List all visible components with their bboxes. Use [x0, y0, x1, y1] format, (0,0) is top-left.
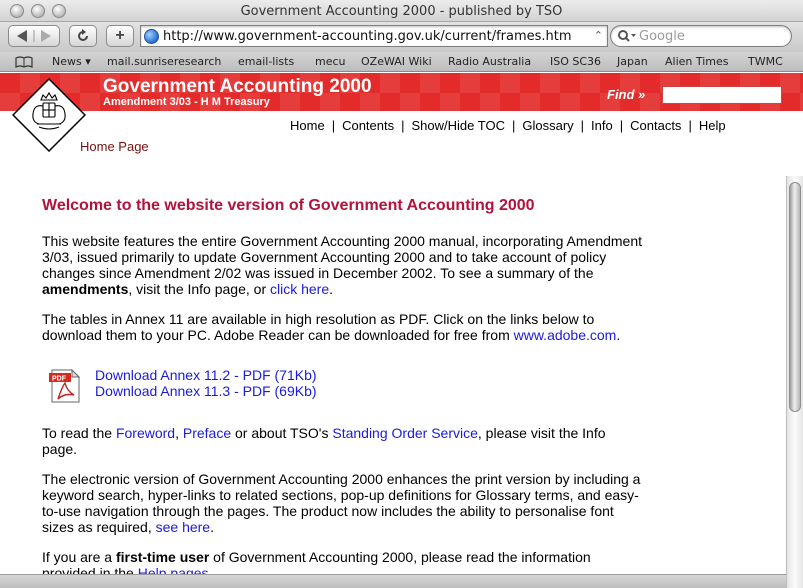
help-pages-link[interactable]: Help pages	[138, 565, 209, 574]
click-here-link[interactable]: click here	[270, 281, 329, 297]
globe-icon	[144, 29, 159, 44]
bookmark-japan[interactable]: Japan	[617, 55, 648, 68]
window-bottom-bar	[0, 574, 786, 588]
add-bookmark-button[interactable]: +	[106, 25, 134, 47]
nav-info[interactable]: Info	[591, 118, 613, 133]
scrollbar-thumb[interactable]	[789, 182, 801, 412]
electronic-version-paragraph: The electronic version of Government Acc…	[42, 471, 641, 535]
browser-toolbar: + http://www.government-accounting.gov.u…	[0, 22, 803, 52]
svg-text:PDF: PDF	[52, 376, 67, 383]
bookmark-radio-australia[interactable]: Radio Australia	[448, 55, 531, 68]
nav-help[interactable]: Help	[699, 118, 726, 133]
page-heading: Welcome to the website version of Govern…	[42, 197, 535, 214]
nav-contents[interactable]: Contents	[342, 118, 394, 133]
address-input[interactable]: http://www.government-accounting.gov.uk/…	[163, 29, 572, 44]
intro-paragraph: This website features the entire Governm…	[42, 233, 643, 297]
see-here-link[interactable]: see here	[156, 519, 210, 535]
window-titlebar: Government Accounting 2000 - published b…	[0, 0, 803, 22]
find-label[interactable]: Find »	[607, 87, 645, 102]
vertical-scrollbar[interactable]	[786, 176, 803, 588]
bookmark-iso-sc36[interactable]: ISO SC36	[550, 55, 601, 68]
search-field[interactable]: Google	[610, 25, 792, 47]
bookmark-news[interactable]: News ▾	[52, 55, 91, 68]
bookmark-alien-times[interactable]: Alien Times	[665, 55, 729, 68]
download-annex-11-2-link[interactable]: Download Annex 11.2 - PDF (71Kb)	[95, 367, 317, 383]
find-input[interactable]	[662, 86, 782, 104]
first-time-user-paragraph: If you are a first-time user of Governme…	[42, 549, 642, 574]
back-forward-arrows-icon	[17, 30, 51, 42]
bookmarks-bar: News ▾ mail.sunriseresearch email-lists …	[0, 52, 803, 72]
address-bar[interactable]: http://www.government-accounting.gov.uk/…	[140, 25, 608, 47]
reload-icon	[78, 29, 88, 41]
pdf-icon: PDF	[49, 369, 81, 403]
main-content: Welcome to the website version of Govern…	[42, 196, 642, 574]
adobe-link[interactable]: www.adobe.com	[514, 327, 617, 343]
bookmark-email-lists[interactable]: email-lists	[238, 55, 294, 68]
search-placeholder: Google	[639, 29, 685, 44]
reload-button[interactable]	[69, 25, 97, 47]
nav-home[interactable]: Home	[290, 118, 325, 133]
bookmark-mail-sunriseresearch[interactable]: mail.sunriseresearch	[107, 55, 221, 68]
bookmark-mecu[interactable]: mecu	[315, 55, 346, 68]
nav-contacts[interactable]: Contacts	[630, 118, 681, 133]
site-subtitle: Amendment 3/03 - H M Treasury	[103, 96, 270, 108]
foreword-paragraph: To read the Foreword, Preface or about T…	[42, 425, 606, 457]
royal-crest-logo	[12, 78, 86, 152]
bookmarks-book-icon[interactable]	[15, 56, 33, 68]
breadcrumb: Home Page	[80, 139, 149, 154]
site-title: Government Accounting 2000	[103, 76, 372, 97]
window-title: Government Accounting 2000 - published b…	[240, 4, 563, 19]
standing-order-service-link[interactable]: Standing Order Service	[332, 425, 478, 441]
preface-link[interactable]: Preface	[183, 425, 231, 441]
site-banner: Government Accounting 2000 Amendment 3/0…	[0, 73, 803, 111]
annex-paragraph: The tables in Annex 11 are available in …	[42, 311, 621, 343]
snapback-icon[interactable]: ⌃	[594, 29, 603, 42]
download-annex-11-3-link[interactable]: Download Annex 11.3 - PDF (69Kb)	[95, 383, 317, 399]
bookmark-ozewai-wiki[interactable]: OZeWAI Wiki	[361, 55, 432, 68]
nav-show-hide-toc[interactable]: Show/Hide TOC	[412, 118, 505, 133]
back-forward-buttons[interactable]	[8, 25, 60, 47]
nav-glossary[interactable]: Glossary	[522, 118, 573, 133]
web-page: Government Accounting 2000 Amendment 3/0…	[0, 73, 803, 574]
bookmark-twmc[interactable]: TWMC	[748, 55, 783, 68]
top-navigation: Home | Contents | Show/Hide TOC | Glossary | Inf…	[290, 118, 726, 133]
downloads-section: PDF Download Annex 11.2 - PDF (71Kb) Dow…	[42, 367, 642, 407]
search-icon	[618, 30, 636, 42]
foreword-link[interactable]: Foreword	[116, 425, 175, 441]
